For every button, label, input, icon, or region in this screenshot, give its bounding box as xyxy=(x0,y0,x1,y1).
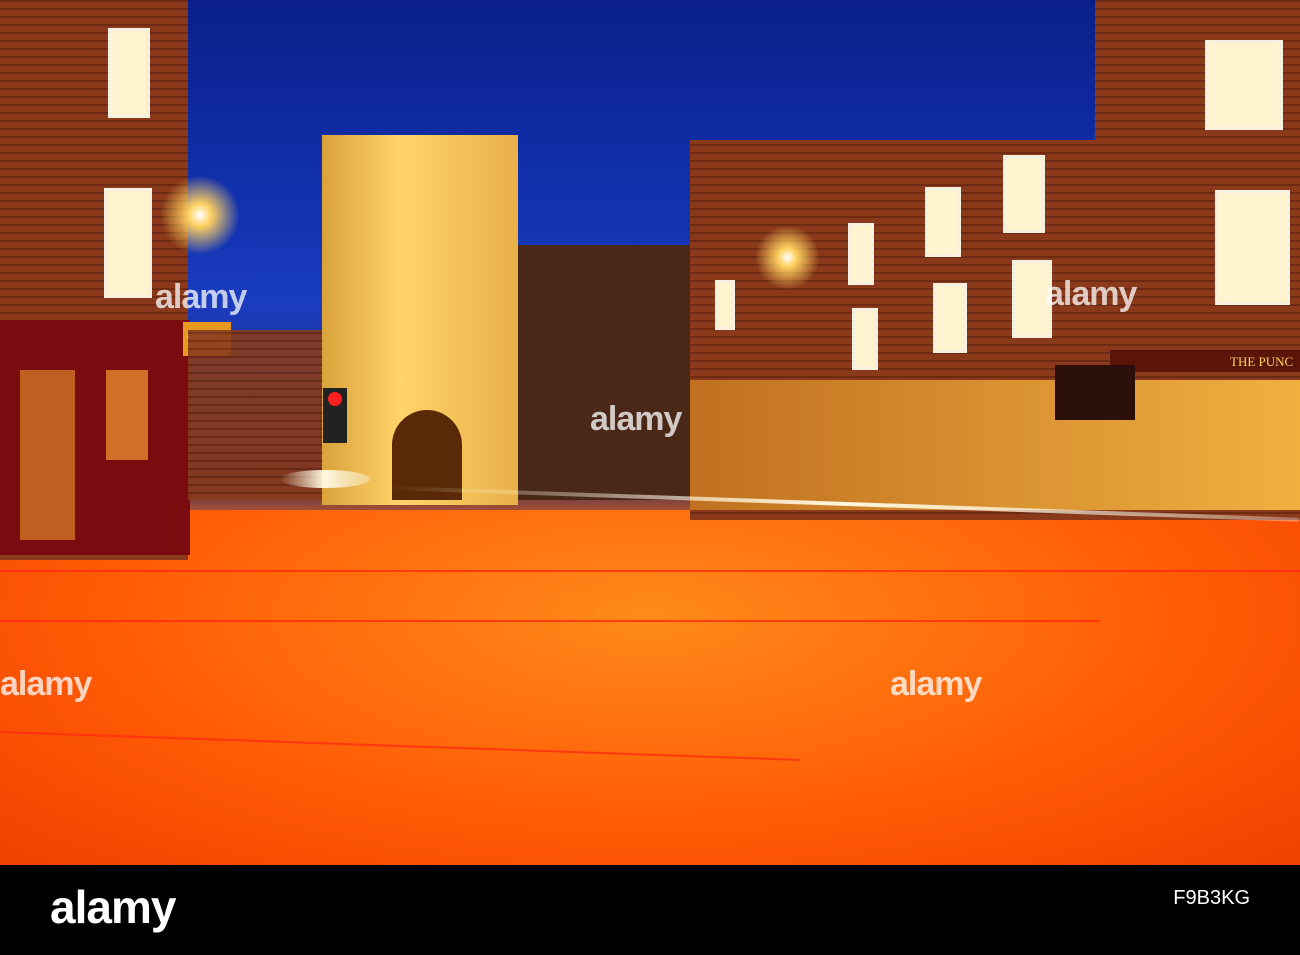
red-light xyxy=(328,392,342,406)
window xyxy=(925,187,961,257)
window xyxy=(852,308,878,370)
street-lamp xyxy=(160,175,240,255)
traffic-lights xyxy=(1055,365,1135,420)
window xyxy=(104,188,152,298)
pub-sign: THE PUNC xyxy=(1110,350,1300,372)
pub-frontage xyxy=(690,380,1300,510)
shop-window xyxy=(106,370,148,460)
window xyxy=(933,283,967,353)
window xyxy=(1205,40,1283,130)
window xyxy=(848,223,874,285)
window xyxy=(108,28,150,118)
watermark: alamy xyxy=(890,665,982,703)
street-photo: Dubois THE PUNC alamy alamy alamy alamy … xyxy=(0,0,1300,865)
watermark: alamy xyxy=(590,400,682,438)
road xyxy=(0,510,1300,865)
watermark: alamy xyxy=(155,278,247,316)
middle-building xyxy=(518,245,693,500)
watermark: alamy xyxy=(0,665,92,703)
tail-light-trail xyxy=(0,570,1300,572)
window xyxy=(1215,190,1290,305)
shop-window xyxy=(20,370,75,540)
window xyxy=(715,280,735,330)
headlight-glare xyxy=(280,470,370,488)
alamy-logo: alamy xyxy=(50,881,176,933)
watermark: alamy xyxy=(1045,275,1137,313)
window xyxy=(1003,155,1045,233)
image-code: F9B3KG xyxy=(1173,887,1250,909)
tail-light-trail xyxy=(0,620,1100,622)
footer-bar xyxy=(0,865,1300,955)
street-lamp xyxy=(755,225,820,290)
